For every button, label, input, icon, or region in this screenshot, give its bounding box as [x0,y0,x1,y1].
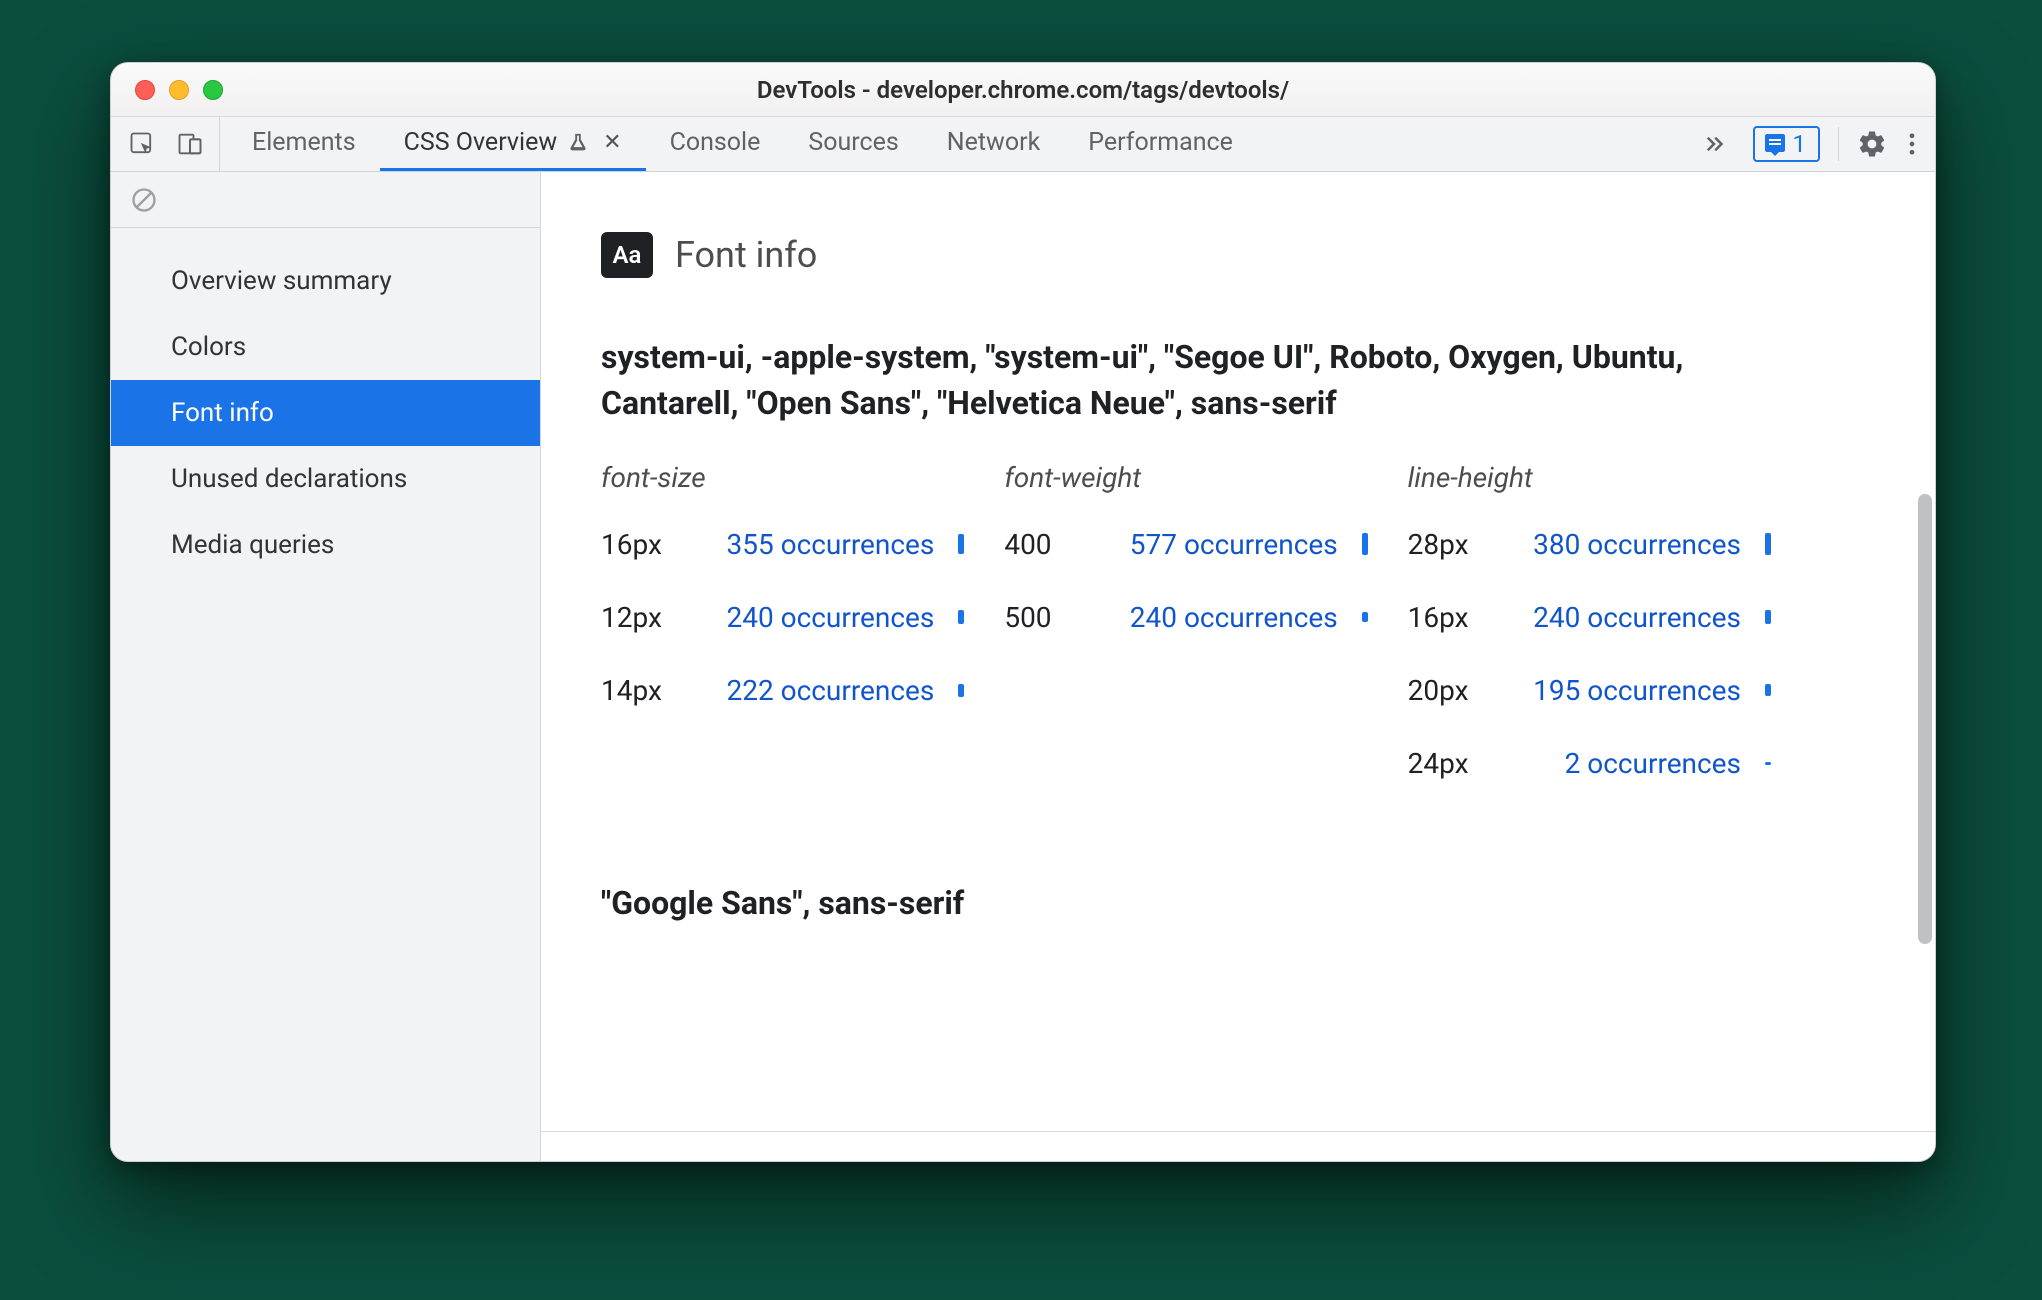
sidebar-toolbar [111,172,540,228]
sidebar: Overview summary Colors Font info Unused… [111,172,541,1161]
tab-css-overview[interactable]: CSS Overview ✕ [380,117,646,171]
issues-count: 1 [1793,130,1807,158]
occurrences-link[interactable]: 2 occurrences [1514,747,1741,780]
sidebar-item-media-queries[interactable]: Media queries [111,512,540,578]
content: Aa Font info system-ui, -apple-system, "… [541,172,1935,1161]
tabbar: Elements CSS Overview ✕ Console Sources [111,117,1935,172]
font-family-stack: "Google Sans", sans-serif [601,884,1875,922]
tab-sources[interactable]: Sources [784,117,922,171]
more-tabs-icon[interactable] [1685,129,1743,159]
occurrences-link[interactable]: 222 occurrences [707,674,934,707]
maximize-window-button[interactable] [203,80,223,100]
tab-label: Console [670,128,761,157]
clear-overview-icon[interactable] [129,185,159,215]
sidebar-item-label: Unused declarations [171,464,407,494]
issues-badge[interactable]: 1 [1753,126,1821,162]
window-title: DevTools - developer.chrome.com/tags/dev… [111,76,1935,104]
histogram-bar [1362,533,1368,555]
metric-col-font-size: font-size 16px 355 occurrences 12px 240 … [601,461,964,820]
metric-value: 16px [601,528,693,561]
histogram-bar [1765,684,1771,696]
metric-row: 16px 240 occurrences [1408,601,1771,634]
tab-label: CSS Overview [404,128,558,157]
metric-header: line-height [1408,461,1771,494]
sidebar-item-label: Media queries [171,530,334,560]
occurrences-link[interactable]: 240 occurrences [1514,601,1741,634]
metric-row: 500 240 occurrences [1004,601,1367,634]
flask-icon [567,132,589,154]
histogram-bar [1765,610,1771,624]
font-family-stack: system-ui, -apple-system, "system-ui", "… [601,334,1751,427]
occurrences-link[interactable]: 240 occurrences [1110,601,1337,634]
close-window-button[interactable] [135,80,155,100]
occurrences-link[interactable]: 577 occurrences [1110,528,1337,561]
window-controls [111,80,223,100]
scrollbar-thumb[interactable] [1918,494,1932,944]
tab-label: Elements [252,128,356,157]
metric-value: 16px [1408,601,1500,634]
font-metrics: font-size 16px 355 occurrences 12px 240 … [601,461,1771,820]
metric-row: 28px 380 occurrences [1408,528,1771,561]
separator [1838,127,1839,161]
devtools-window: DevTools - developer.chrome.com/tags/dev… [110,62,1936,1162]
metric-value: 20px [1408,674,1500,707]
sidebar-item-colors[interactable]: Colors [111,314,540,380]
inspect-element-icon[interactable] [127,129,157,159]
titlebar: DevTools - developer.chrome.com/tags/dev… [111,63,1935,117]
more-options-icon[interactable] [1897,129,1927,159]
occurrences-link[interactable]: 195 occurrences [1514,674,1741,707]
metric-value: 400 [1004,528,1096,561]
section-title: Font info [675,234,817,276]
metric-header: font-size [601,461,964,494]
tab-performance[interactable]: Performance [1064,117,1257,171]
histogram-bar [958,534,964,554]
tab-elements[interactable]: Elements [228,117,380,171]
scrollbar-track[interactable] [1917,174,1932,1129]
histogram-bar [958,684,964,697]
metric-value: 500 [1004,601,1096,634]
sidebar-item-unused-declarations[interactable]: Unused declarations [111,446,540,512]
metric-row: 400 577 occurrences [1004,528,1367,561]
histogram-bar [1362,612,1368,622]
metric-value: 24px [1408,747,1500,780]
panel-resize-bar[interactable] [541,1131,1935,1161]
metric-row: 14px 222 occurrences [601,674,964,707]
close-tab-icon[interactable]: ✕ [599,130,621,155]
settings-icon[interactable] [1857,129,1887,159]
occurrences-link[interactable]: 380 occurrences [1514,528,1741,561]
tabs: Elements CSS Overview ✕ Console Sources [228,117,1677,171]
metric-value: 12px [601,601,693,634]
histogram-bar [1765,762,1771,765]
tab-label: Network [947,128,1040,157]
sidebar-item-overview-summary[interactable]: Overview summary [111,248,540,314]
metric-row: 24px 2 occurrences [1408,747,1771,780]
tab-network[interactable]: Network [923,117,1064,171]
metric-value: 14px [601,674,693,707]
tab-label: Sources [808,128,898,157]
histogram-bar [1765,533,1771,555]
sidebar-item-font-info[interactable]: Font info [111,380,540,446]
occurrences-link[interactable]: 355 occurrences [707,528,934,561]
device-toolbar-icon[interactable] [175,129,205,159]
metric-row: 12px 240 occurrences [601,601,964,634]
metric-row: 16px 355 occurrences [601,528,964,561]
minimize-window-button[interactable] [169,80,189,100]
metric-header: font-weight [1004,461,1367,494]
sidebar-item-label: Overview summary [171,266,392,296]
metric-value: 28px [1408,528,1500,561]
section-header: Aa Font info [601,232,1875,278]
tab-console[interactable]: Console [646,117,785,171]
issues-icon [1763,132,1787,156]
metric-row: 20px 195 occurrences [1408,674,1771,707]
metric-col-line-height: line-height 28px 380 occurrences 16px 24… [1408,461,1771,820]
metric-col-font-weight: font-weight 400 577 occurrences 500 240 … [1004,461,1367,820]
histogram-bar [958,610,964,624]
sidebar-item-label: Font info [171,398,274,428]
font-icon: Aa [601,232,653,278]
sidebar-nav: Overview summary Colors Font info Unused… [111,228,540,578]
sidebar-item-label: Colors [171,332,246,362]
tab-label: Performance [1088,128,1233,157]
occurrences-link[interactable]: 240 occurrences [707,601,934,634]
